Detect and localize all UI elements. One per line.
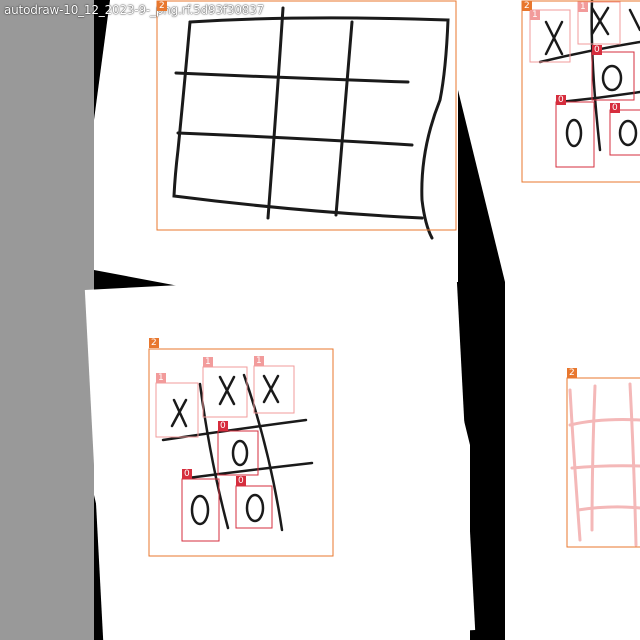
center-o-tag-2: 0	[182, 469, 192, 479]
top-right-o-tag-1: 0	[592, 45, 602, 55]
white-panel-lower	[84, 270, 476, 640]
center-o-tag-1: 0	[218, 421, 228, 431]
top-right-x-tag-1: 1	[530, 10, 540, 20]
main-board-class-tag: 2	[157, 1, 167, 11]
center-x-tag-2: 1	[203, 357, 213, 367]
top-right-o-tag-3: 0	[610, 103, 620, 113]
center-x-tag-1: 1	[156, 373, 166, 383]
top-right-o-tag-2: 0	[556, 95, 566, 105]
annotated-canvas	[0, 0, 640, 640]
filename-label: autodraw-10_12_2023-9-_png.rf.5d93f30837	[4, 3, 265, 17]
center-board-class-tag: 2	[149, 338, 159, 348]
right-faded-board-class-tag: 2	[567, 368, 577, 378]
left-grey-bar	[0, 0, 94, 640]
top-right-x-tag-2: 1	[578, 2, 588, 12]
center-o-tag-3: 0	[236, 476, 246, 486]
center-x-tag-3: 1	[254, 356, 264, 366]
